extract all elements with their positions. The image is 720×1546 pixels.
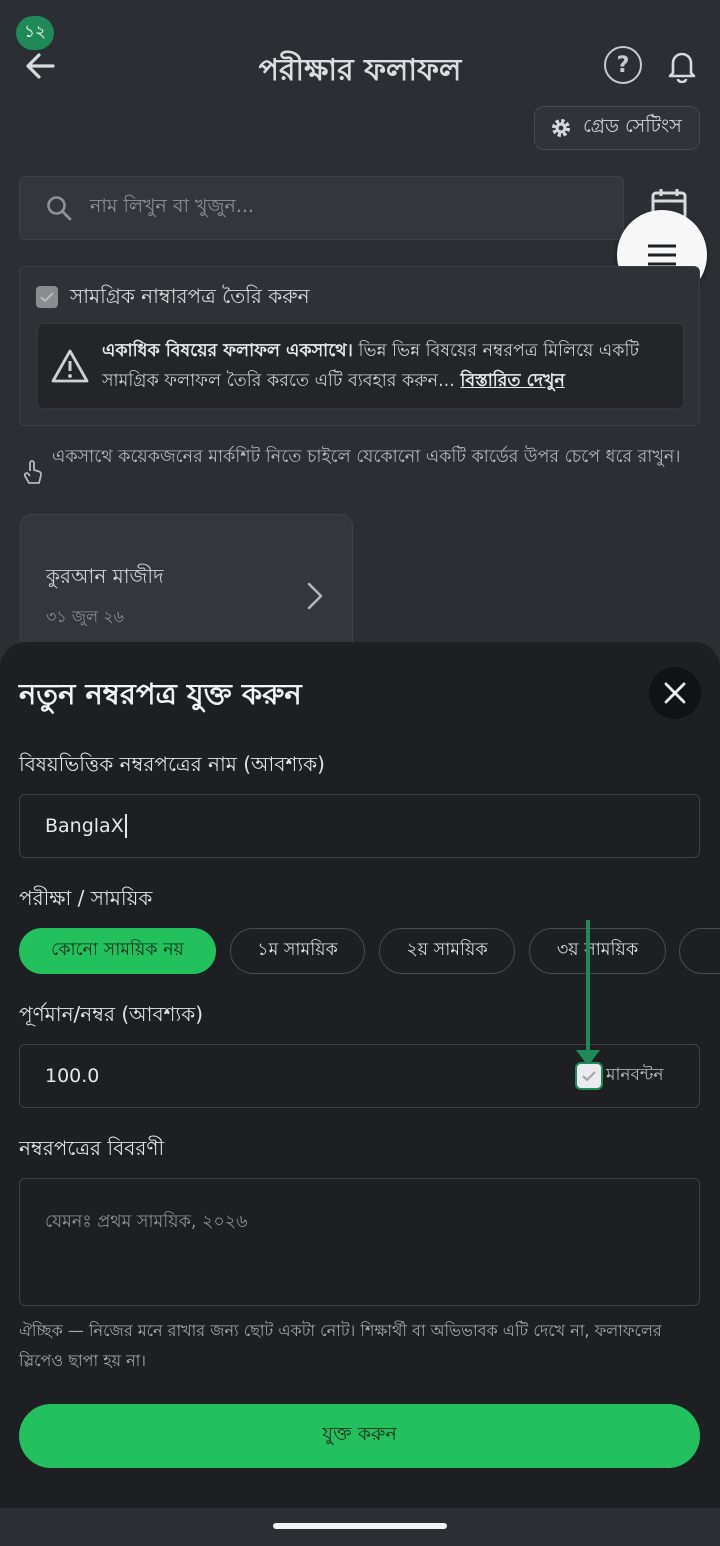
search-input[interactable]: নাম লিখুন বা খুজুন...	[19, 176, 624, 240]
warning-icon	[50, 348, 90, 384]
gear-icon	[552, 119, 570, 137]
sheet-title: নতুন নম্বরপত্র যুক্ত করুন	[19, 677, 302, 711]
combined-checkbox[interactable]	[36, 286, 58, 308]
details-link[interactable]: বিস্তারিত দেখুন	[460, 371, 565, 391]
checkbox-icon	[40, 292, 54, 303]
checkbox-icon	[582, 1071, 596, 1082]
chip-first[interactable]: ১ম সাময়িক	[230, 928, 365, 974]
warning-bold: একাধিক বিষয়ের ফলাফল একসাথে।	[102, 341, 353, 361]
distribution-label: মানবন্টন	[606, 1065, 664, 1085]
distribution-checkbox[interactable]	[575, 1062, 603, 1090]
home-indicator[interactable]	[273, 1523, 447, 1529]
name-field[interactable]: BanglaX	[19, 794, 700, 858]
chip-more[interactable]	[679, 928, 720, 974]
exam-chip-row: কোনো সাময়িক নয় ১ম সাময়িক ২য় সাময়িক …	[19, 928, 720, 976]
chip-second[interactable]: ২য় সাময়িক	[379, 928, 515, 974]
chip-none[interactable]: কোনো সাময়িক নয়	[19, 928, 216, 974]
annotation-arrow-line	[586, 920, 590, 1056]
description-field[interactable]: যেমনঃ প্রথম সাময়িক, ২০২৬	[19, 1178, 700, 1306]
add-button[interactable]: যুক্ত করুন	[19, 1404, 700, 1468]
combined-label: সামগ্রিক নাম্বারপত্র তৈরি করুন	[70, 284, 310, 308]
search-placeholder: নাম লিখুন বা খুজুন...	[90, 195, 254, 217]
search-icon	[47, 196, 72, 221]
grade-settings-label: গ্রেড সেটিংস	[583, 115, 682, 137]
subject-name: কুরআন মাজীদ	[46, 564, 164, 588]
marks-label: পূর্ণমান/নম্বর (আবশ্যক)	[19, 1002, 204, 1026]
touch-hold-icon	[22, 458, 44, 486]
notification-button[interactable]	[662, 46, 702, 86]
bell-icon	[668, 52, 696, 83]
menu-icon	[648, 244, 676, 266]
warning-text: একাধিক বিষয়ের ফলাফল একসাথে। ভিন্ন ভিন্ন…	[102, 336, 674, 396]
status-badge: ১২	[16, 16, 54, 50]
name-value: BanglaX	[45, 815, 124, 837]
close-icon	[664, 682, 686, 704]
marks-value: 100.0	[45, 1065, 100, 1087]
close-button[interactable]	[649, 667, 701, 719]
text-caret	[124, 814, 127, 838]
subject-date: ৩১ জুল ২৬	[46, 607, 125, 626]
description-placeholder: যেমনঃ প্রথম সাময়িক, ২০২৬	[45, 1212, 248, 1232]
exam-label: পরীক্ষা / সাময়িক	[19, 886, 153, 910]
help-icon: ?	[616, 52, 630, 78]
help-button[interactable]: ?	[604, 46, 642, 84]
long-press-hint: একসাথে কয়েকজনের মার্কশিট নিতে চাইলে যেক…	[52, 447, 681, 467]
description-help: ঐচ্ছিক — নিজের মনে রাখার জন্য ছোট একটা ন…	[19, 1321, 662, 1370]
name-label: বিষয়ভিত্তিক নম্বরপত্রের নাম (আবশ্যক)	[19, 752, 325, 776]
chevron-right-icon	[302, 580, 328, 612]
grade-settings-button[interactable]: গ্রেড সেটিংস	[534, 106, 700, 150]
description-label: নম্বরপত্রের বিবরণী	[19, 1136, 165, 1160]
chip-third[interactable]: ৩য় সাময়িক	[529, 928, 666, 974]
